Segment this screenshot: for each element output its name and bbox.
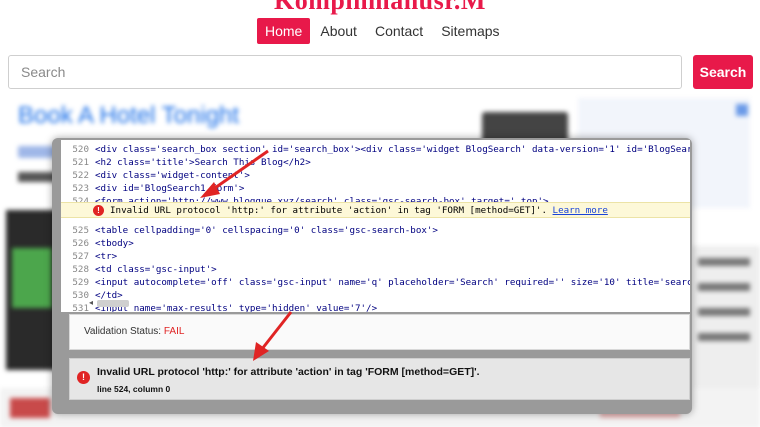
arrow-to-error-message-icon xyxy=(253,311,293,361)
annotation-arrows xyxy=(200,149,293,361)
arrow-to-code-line-icon xyxy=(200,149,269,198)
page: Kompinmanusr.M Home About Contact Sitema… xyxy=(0,0,760,427)
